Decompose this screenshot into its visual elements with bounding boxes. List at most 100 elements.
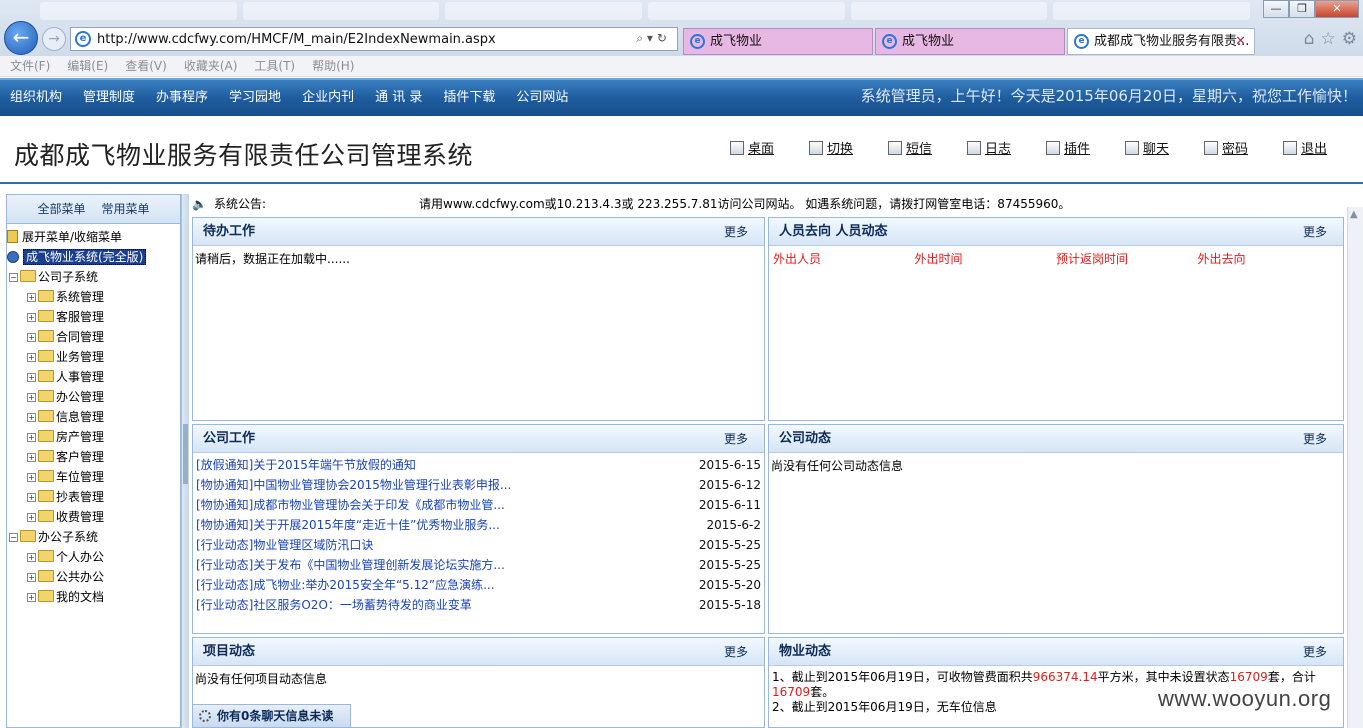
menu-view[interactable]: 查看(V) — [125, 56, 167, 76]
nav-org[interactable]: 组织机构 — [10, 80, 62, 116]
system-notice: 🔈 系统公告: 请用www.cdcfwy.com或10.213.4.3或 223… — [192, 195, 1347, 213]
search-refresh-icons[interactable]: ⌕▾↻ — [636, 31, 671, 46]
chat-notification[interactable]: 你有0条聊天信息未读 — [192, 704, 351, 728]
expand-icon[interactable]: + — [27, 513, 36, 522]
tree-item-billing[interactable]: + 收费管理 — [7, 507, 180, 527]
expand-icon[interactable]: + — [27, 553, 36, 562]
browser-tab[interactable]: e 成飞物业 — [875, 28, 1065, 55]
gear-icon[interactable]: ⚙ — [1342, 29, 1357, 49]
nav-procedures[interactable]: 办事程序 — [156, 80, 208, 116]
favorites-star-icon[interactable]: ☆ — [1321, 29, 1336, 49]
more-link[interactable]: 更多 — [1303, 218, 1327, 246]
tab-all-menu[interactable]: 全部菜单 — [37, 195, 85, 223]
expand-icon[interactable]: + — [27, 313, 36, 322]
work-link[interactable]: [物协通知]成都市物业管理协会关于印发《成都市物业管... — [196, 495, 505, 515]
tree-item-info[interactable]: + 信息管理 — [7, 407, 180, 427]
tree-item-office[interactable]: + 办公管理 — [7, 387, 180, 407]
maximize-button[interactable]: ❐ — [1289, 0, 1315, 18]
work-link[interactable]: [行业动态]物业管理区域防汛口诀 — [196, 535, 373, 555]
more-link[interactable]: 更多 — [724, 218, 748, 246]
tree-item-hr[interactable]: + 人事管理 — [7, 367, 180, 387]
work-link[interactable]: [行业动态]成飞物业:举办2015安全年“5.12”应急演练... — [196, 575, 495, 595]
tree-item-contract[interactable]: + 合同管理 — [7, 327, 180, 347]
tree-root[interactable]: 成飞物业系统(完全版) — [7, 247, 180, 267]
tree-item-system[interactable]: + 系统管理 — [7, 287, 180, 307]
expand-icon[interactable]: + — [27, 413, 36, 422]
expand-icon[interactable]: + — [27, 373, 36, 382]
list-item: [行业动态]物业管理区域防汛口诀 2015-5-25 — [194, 535, 763, 555]
tree-group-office[interactable]: − 办公子系统 — [7, 527, 180, 547]
tree-item-personal[interactable]: + 个人办公 — [7, 547, 180, 567]
work-link[interactable]: [放假通知]关于2015年端午节放假的通知 — [196, 455, 416, 475]
nav-journal[interactable]: 企业内刊 — [302, 80, 354, 116]
menu-tools[interactable]: 工具(T) — [254, 56, 295, 76]
chat-button[interactable]: 聊天 — [1125, 138, 1204, 157]
tree-item-public[interactable]: + 公共办公 — [7, 567, 180, 587]
menu-favorites[interactable]: 收藏夹(A) — [184, 56, 238, 76]
more-link[interactable]: 更多 — [724, 638, 748, 666]
nav-rules[interactable]: 管理制度 — [83, 80, 135, 116]
minimize-button[interactable]: — — [1263, 0, 1289, 18]
item-label: 公共办公 — [56, 570, 105, 584]
menu-help[interactable]: 帮助(H) — [312, 56, 354, 76]
tree-item-customer[interactable]: + 客户管理 — [7, 447, 180, 467]
work-link[interactable]: [行业动态]社区服务O2O：一场蓄势待发的商业变革 — [196, 595, 472, 615]
collapse-icon[interactable]: − — [9, 533, 18, 542]
address-text[interactable]: http://www.cdcfwy.com/HMCF/M_main/E2Inde… — [97, 32, 496, 47]
menu-edit[interactable]: 编辑(E) — [67, 56, 108, 76]
close-window-button[interactable]: ✕ — [1315, 0, 1359, 18]
switch-button[interactable]: 切换 — [809, 138, 888, 157]
expand-icon[interactable]: + — [27, 293, 36, 302]
back-button[interactable]: ← — [4, 21, 38, 55]
nav-plugins[interactable]: 插件下载 — [443, 80, 495, 116]
log-button[interactable]: 日志 — [967, 138, 1046, 157]
expand-icon[interactable]: + — [27, 333, 36, 342]
close-tab-icon[interactable]: ✕ — [1235, 29, 1246, 54]
expand-icon[interactable]: + — [27, 433, 36, 442]
tree-item-documents[interactable]: + 我的文档 — [7, 587, 180, 607]
tree-item-service[interactable]: + 客服管理 — [7, 307, 180, 327]
expand-icon[interactable]: + — [27, 353, 36, 362]
scroll-up-icon[interactable]: ▲ — [1350, 209, 1358, 220]
plugin-button[interactable]: 插件 — [1046, 138, 1125, 157]
collapse-handle[interactable] — [183, 424, 188, 484]
nav-contacts[interactable]: 通 讯 录 — [375, 80, 422, 116]
list-item: [行业动态]关于发布《中国物业管理创新发展论坛实施方... 2015-5-25 — [194, 555, 763, 575]
expand-icon[interactable]: + — [27, 473, 36, 482]
tab-common-menu[interactable]: 常用菜单 — [102, 195, 150, 223]
tree-group-company[interactable]: − 公司子系统 — [7, 267, 180, 287]
logout-button[interactable]: 退出 — [1283, 138, 1362, 157]
forward-button[interactable]: → — [42, 27, 66, 51]
tree-item-meter[interactable]: + 抄表管理 — [7, 487, 180, 507]
expand-collapse-toggle[interactable]: 展开菜单/收缩菜单 — [7, 227, 180, 247]
tree-item-parking[interactable]: + 车位管理 — [7, 467, 180, 487]
sidebar-splitter[interactable] — [181, 194, 189, 728]
browser-tab[interactable]: e 成飞物业 — [683, 28, 873, 55]
tree-item-property[interactable]: + 房产管理 — [7, 427, 180, 447]
tool-label: 切换 — [827, 142, 854, 157]
work-link[interactable]: [物协通知]中国物业管理协会2015物业管理行业表彰申报... — [196, 475, 511, 495]
nav-website[interactable]: 公司网站 — [516, 80, 568, 116]
collapse-icon[interactable]: − — [9, 273, 18, 282]
work-link[interactable]: [物协通知]关于开展2015年度“走近十佳”优秀物业服务... — [196, 515, 500, 535]
expand-icon[interactable]: + — [27, 573, 36, 582]
work-link[interactable]: [行业动态]关于发布《中国物业管理创新发展论坛实施方... — [196, 555, 505, 575]
tree-item-business[interactable]: + 业务管理 — [7, 347, 180, 367]
menu-file[interactable]: 文件(F) — [10, 56, 50, 76]
home-icon[interactable]: ⌂ — [1304, 29, 1315, 49]
expand-icon[interactable]: + — [27, 453, 36, 462]
sms-button[interactable]: 短信 — [888, 138, 967, 157]
more-link[interactable]: 更多 — [724, 425, 748, 453]
expand-icon[interactable]: + — [27, 593, 36, 602]
expand-icon[interactable]: + — [27, 493, 36, 502]
more-link[interactable]: 更多 — [1303, 638, 1327, 666]
desktop-button[interactable]: 桌面 — [730, 138, 809, 157]
expand-icon[interactable]: + — [27, 393, 36, 402]
password-button[interactable]: 密码 — [1204, 138, 1283, 157]
page-scrollbar[interactable]: ▲ — [1347, 207, 1363, 728]
nav-learning[interactable]: 学习园地 — [229, 80, 281, 116]
more-link[interactable]: 更多 — [1303, 425, 1327, 453]
column-header: 外出人员 — [773, 252, 822, 266]
address-bar[interactable]: e http://www.cdcfwy.com/HMCF/M_main/E2In… — [70, 27, 678, 51]
browser-tab-active[interactable]: e 成都成飞物业服务有限责... ✕ — [1067, 28, 1255, 55]
